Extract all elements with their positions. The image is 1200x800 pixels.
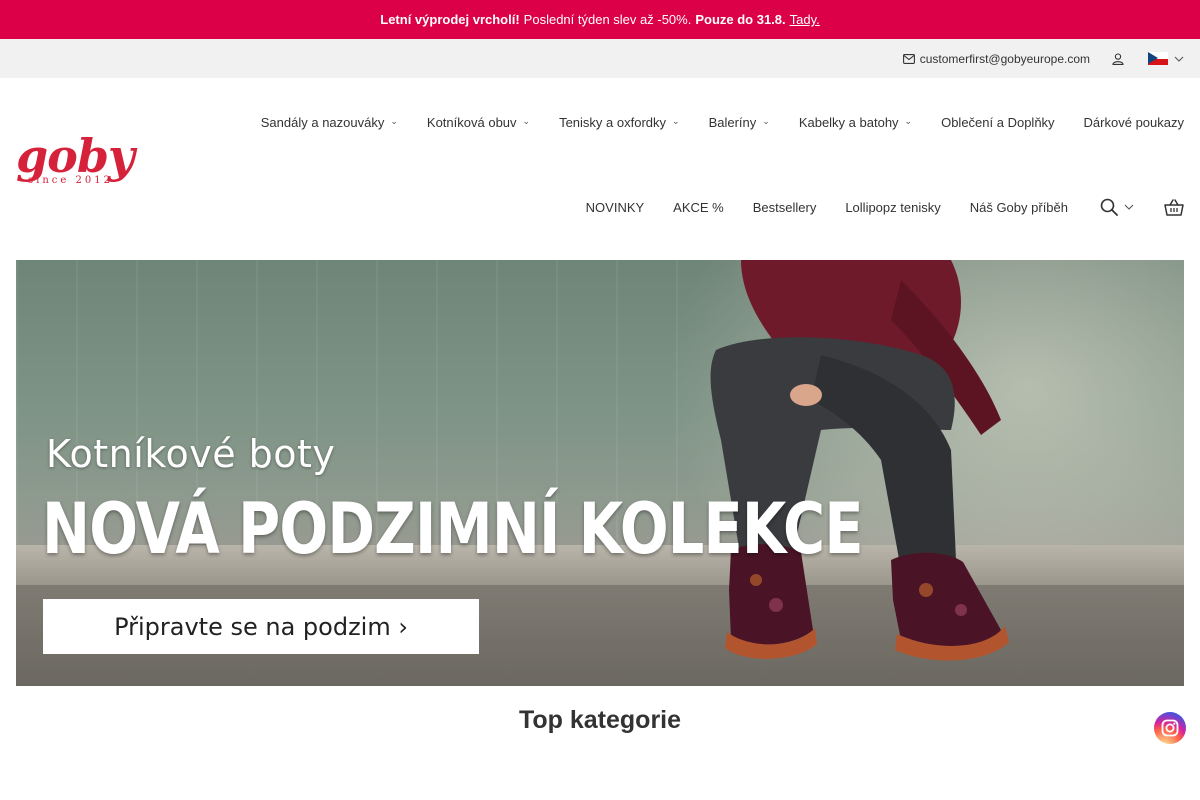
instagram-icon	[1161, 719, 1179, 737]
nav-label: Baleríny	[708, 114, 757, 130]
site-logo[interactable]: goby since 2012	[16, 129, 136, 186]
hero-title: NOVÁ PODZIMNÍ KOLEKCE	[42, 488, 864, 570]
site-header: goby since 2012 Sandály a nazouváky ⌄ Ko…	[0, 78, 1200, 260]
mail-icon	[902, 53, 915, 64]
cart-button[interactable]	[1164, 198, 1184, 216]
basket-icon	[1164, 198, 1184, 216]
nav-item-new[interactable]: NOVINKY	[586, 200, 645, 215]
chevron-down-icon	[1124, 204, 1134, 210]
secondary-nav: NOVINKY AKCE % Bestsellery Lollipopz ten…	[586, 198, 1184, 216]
language-selector[interactable]	[1148, 52, 1184, 65]
hero-banner[interactable]: Kotníkové boty NOVÁ PODZIMNÍ KOLEKCE Při…	[16, 260, 1184, 686]
nav-label: Sandály a nazouváky	[260, 114, 385, 130]
chevron-down-icon: ⌄	[672, 115, 680, 126]
chevron-down-icon: ⌄	[762, 115, 770, 126]
chevron-down-icon: ⌄	[904, 115, 913, 126]
instagram-button[interactable]	[1154, 712, 1186, 744]
account-button[interactable]	[1112, 52, 1124, 65]
nav-item-sale[interactable]: AKCE %	[673, 200, 724, 215]
chevron-down-icon: ⌄	[390, 115, 398, 126]
logo-wordmark: goby	[16, 129, 135, 183]
primary-nav: Sandály a nazouváky ⌄ Kotníková obuv ⌄ T…	[261, 114, 1184, 130]
contact-email: customerfirst@gobyeurope.com	[919, 51, 1090, 66]
contact-email-link[interactable]: customerfirst@gobyeurope.com	[902, 51, 1090, 66]
nav-item-sandals[interactable]: Sandály a nazouváky ⌄	[261, 114, 398, 130]
nav-label: Kotníková obuv	[426, 114, 517, 130]
promo-bold-headline: Letní výprodej vrcholí!	[380, 12, 520, 27]
nav-item-clothing[interactable]: Oblečení a Doplňky	[941, 114, 1054, 130]
nav-item-ankle-boots[interactable]: Kotníková obuv ⌄	[427, 114, 530, 130]
chevron-down-icon: ⌄	[522, 115, 531, 126]
promo-deadline: Pouze do 31.8.	[695, 12, 786, 27]
nav-item-story[interactable]: Náš Goby příběh	[970, 200, 1068, 215]
nav-item-bestsellers[interactable]: Bestsellery	[753, 200, 817, 215]
nav-label: Kabelky a batohy	[798, 114, 899, 130]
nav-label: Oblečení a Doplňky	[941, 114, 1055, 130]
chevron-down-icon	[1174, 56, 1184, 62]
hero-subtitle: Kotníkové boty	[46, 432, 336, 476]
nav-item-bags[interactable]: Kabelky a batohy ⌄	[799, 114, 912, 130]
hero-model-image	[710, 260, 1009, 661]
nav-item-lollipopz[interactable]: Lollipopz tenisky	[845, 200, 940, 215]
search-icon	[1100, 198, 1118, 216]
promo-bar: Letní výprodej vrcholí! Poslední týden s…	[0, 0, 1200, 39]
promo-text: Poslední týden slev až -50%.	[523, 12, 692, 27]
nav-item-sneakers[interactable]: Tenisky a oxfordky ⌄	[559, 114, 679, 130]
nav-label: Dárkové poukazy	[1083, 114, 1184, 130]
hero-cta-button[interactable]: Připravte se na podzim ›	[43, 599, 479, 654]
czech-flag-icon	[1148, 52, 1168, 65]
top-categories-heading: Top kategorie	[518, 706, 682, 734]
promo-link[interactable]: Tady.	[790, 12, 820, 27]
nav-item-gift-cards[interactable]: Dárkové poukazy	[1084, 114, 1184, 130]
nav-item-ballerinas[interactable]: Baleríny ⌄	[709, 114, 770, 130]
utility-bar: customerfirst@gobyeurope.com	[0, 39, 1200, 78]
nav-label: Tenisky a oxfordky	[559, 114, 667, 130]
user-icon	[1112, 52, 1124, 65]
search-button[interactable]	[1100, 198, 1134, 216]
